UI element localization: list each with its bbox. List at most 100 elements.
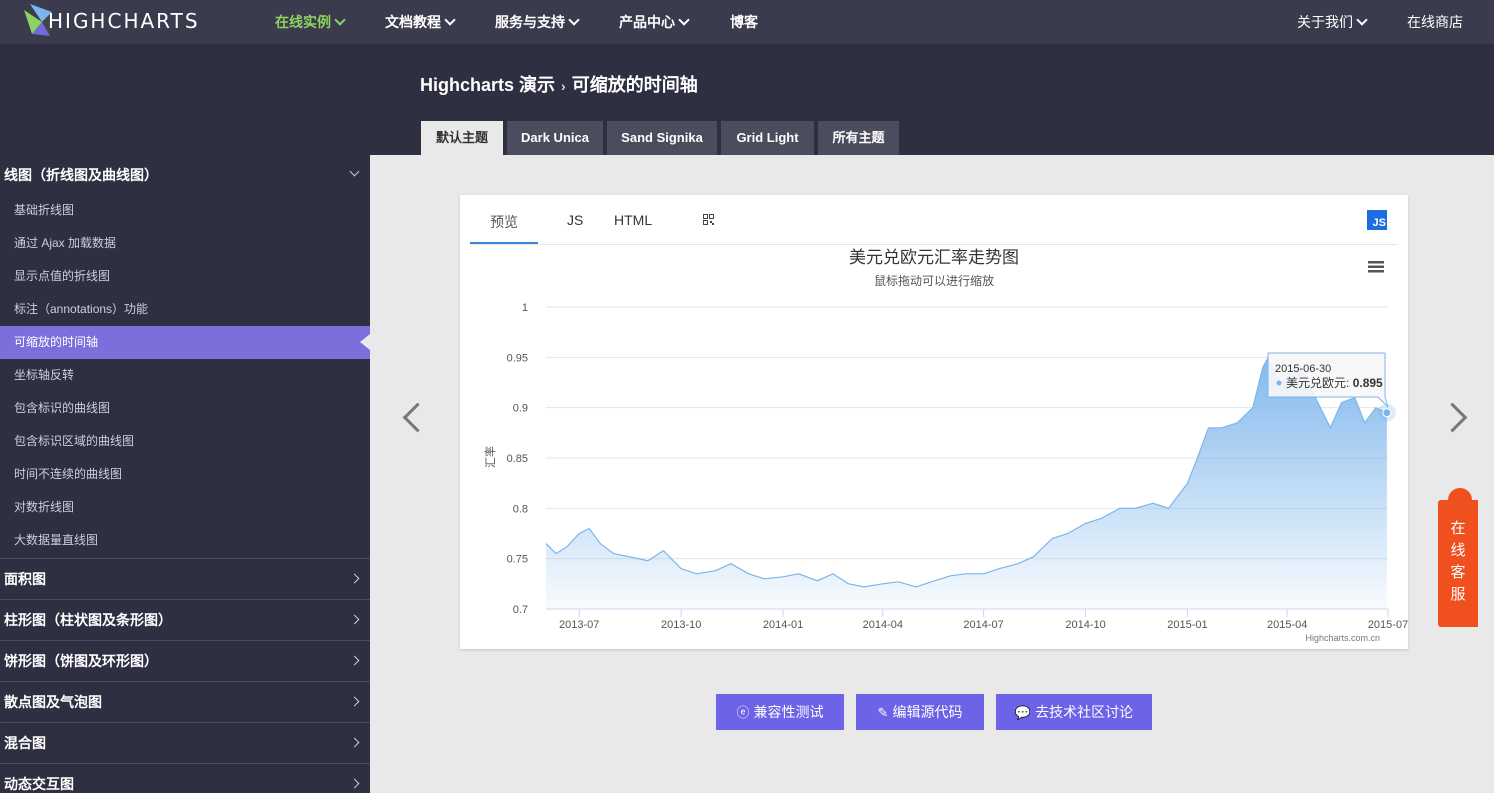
x-tick-label: 2014-01 [763,619,803,631]
nav-about[interactable]: 关于我们 [1297,12,1368,32]
y-tick-label: 0.75 [507,554,528,566]
breadcrumb-separator: › [561,78,566,94]
edit-icon: ✎ [877,705,889,720]
chevron-right-icon [349,655,360,666]
chevron-down-icon [334,14,346,26]
tab-html[interactable]: HTML [614,212,652,228]
breadcrumb-root[interactable]: Highcharts 演示 [420,75,555,95]
sidebar-category-line[interactable]: 线图（折线图及曲线图） [0,155,370,195]
sidebar-category-scatter[interactable]: 散点图及气泡图 [0,681,370,721]
x-tick-label: 2013-07 [559,619,599,631]
y-tick-labels: 0.7 0.75 0.8 0.85 0.9 0.95 1 [507,302,528,616]
edit-source-button[interactable]: ✎ 编辑源代码 [856,694,984,730]
chevron-down-icon [444,14,456,26]
x-tick-label: 2014-04 [863,619,903,631]
y-tick-label: 0.9 [513,403,528,415]
brand-name[interactable]: HIGHCHARTS [48,9,200,33]
sidebar-item[interactable]: 基础折线图 [0,194,370,227]
y-tick-label: 0.85 [507,453,528,465]
x-tick-labels: 2013-07 2013-10 2014-01 2014-04 2014-07 2014-… [559,619,1408,631]
tooltip-date: 2015-06-30 [1275,363,1331,375]
nav-docs[interactable]: 文档教程 [385,12,456,32]
sidebar-item[interactable]: 显示点值的折线图 [0,260,370,293]
js-badge-icon[interactable]: JS [1367,210,1387,230]
sidebar-item[interactable]: 包含标识的曲线图 [0,392,370,425]
tooltip-value: 0.895 [1353,376,1383,390]
y-axis-title: 汇率 [483,446,497,468]
top-navbar: HIGHCHARTS 在线实例 文档教程 服务与支持 产品中心 博客 关于我们 … [0,0,1494,44]
next-arrow-icon[interactable] [1437,402,1468,433]
prev-arrow-icon[interactable] [402,402,433,433]
chart-credits[interactable]: Highcharts.com.cn [1305,633,1380,643]
sidebar-item-active[interactable]: 可缩放的时间轴 [0,326,370,359]
nav-store[interactable]: 在线商店 [1407,12,1463,32]
x-tick-label: 2015-01 [1167,619,1207,631]
demo-card: 预览 JS HTML JS 美元兑欧元汇率走势图 鼠标拖动可以进行缩放 0.7 0… [460,195,1408,649]
y-tick-label: 1 [522,302,528,314]
breadcrumb: Highcharts 演示 › 可缩放的时间轴 [420,71,698,97]
sidebar-category-pie[interactable]: 饼形图（饼图及环形图） [0,640,370,680]
tab-preview[interactable]: 预览 [490,212,518,232]
sidebar-item[interactable]: 对数折线图 [0,491,370,524]
sidebar-category-area[interactable]: 面积图 [0,558,370,598]
sidebar-item[interactable]: 大数据量直线图 [0,524,370,557]
tab-default-theme[interactable]: 默认主题 [421,121,503,155]
code-tabs: 预览 JS HTML JS [470,195,1397,245]
tab-dark-unica[interactable]: Dark Unica [507,121,603,155]
series-area[interactable] [546,357,1387,609]
x-tick-label: 2013-10 [661,619,701,631]
sidebar-item[interactable]: 时间不连续的曲线图 [0,458,370,491]
sidebar-item[interactable]: 标注（annotations）功能 [0,293,370,326]
svg-text:美元兑欧元: 0.895: 美元兑欧元: 0.895 [1286,376,1383,390]
chart-title: 美元兑欧元汇率走势图 [849,248,1019,267]
hover-point [1382,408,1392,418]
x-tick-label: 2014-07 [963,619,1003,631]
x-tick-label: 2015-07 [1368,619,1408,631]
qr-code-icon[interactable] [703,214,714,225]
y-tick-label: 0.8 [513,503,528,515]
sidebar-item[interactable]: 坐标轴反转 [0,359,370,392]
chevron-right-icon [349,573,360,584]
menu-icon[interactable] [1368,261,1384,273]
chevron-right-icon [349,778,360,789]
nav-examples[interactable]: 在线实例 [275,12,346,32]
chat-icon: 💬 [1014,705,1032,720]
tab-sand-signika[interactable]: Sand Signika [607,121,717,155]
sidebar-category-dynamic[interactable]: 动态交互图 [0,763,370,793]
area-chart[interactable]: 美元兑欧元汇率走势图 鼠标拖动可以进行缩放 0.70.750.80.850.90… [460,245,1408,649]
chevron-right-icon [349,737,360,748]
x-tick-label: 2015-04 [1267,619,1307,631]
online-service-button[interactable]: 在线客服 [1438,488,1478,627]
chat-bubble-icon [1448,488,1472,512]
nav-services[interactable]: 服务与支持 [495,12,580,32]
chevron-down-icon [349,166,360,177]
sidebar: 线图（折线图及曲线图） 基础折线图 通过 Ajax 加载数据 显示点值的折线图 … [0,155,370,793]
tab-grid-light[interactable]: Grid Light [721,121,814,155]
sidebar-item[interactable]: 包含标识区域的曲线图 [0,425,370,458]
y-tick-label: 0.7 [513,604,528,616]
x-tick-label: 2014-10 [1065,619,1105,631]
page-title: 可缩放的时间轴 [571,75,698,95]
nav-products[interactable]: 产品中心 [619,12,690,32]
tooltip-series-dot [1276,380,1282,386]
chevron-down-icon [1356,14,1368,26]
sidebar-category-combo[interactable]: 混合图 [0,722,370,762]
nav-blog[interactable]: 博客 [730,12,758,32]
y-tick-label: 0.95 [507,352,528,364]
tab-all-themes[interactable]: 所有主题 [818,121,899,155]
active-tab-indicator [470,242,538,244]
chevron-down-icon [568,14,580,26]
ie-icon: ⓔ [736,705,750,720]
sidebar-item[interactable]: 通过 Ajax 加载数据 [0,227,370,260]
chevron-right-icon [349,614,360,625]
compatibility-test-button[interactable]: ⓔ 兼容性测试 [716,694,844,730]
chevron-down-icon [678,14,690,26]
chevron-right-icon [349,696,360,707]
community-discuss-button[interactable]: 💬 去技术社区讨论 [996,694,1152,730]
page-header: Highcharts 演示 › 可缩放的时间轴 默认主题 Dark Unica Sa… [0,44,1494,155]
tab-js[interactable]: JS [567,212,583,228]
tooltip-series: 美元兑欧元 [1286,376,1346,390]
sidebar-category-column[interactable]: 柱形图（柱状图及条形图） [0,599,370,639]
online-service-label: 在线客服 [1450,520,1466,603]
x-tick-marks [578,609,1389,617]
